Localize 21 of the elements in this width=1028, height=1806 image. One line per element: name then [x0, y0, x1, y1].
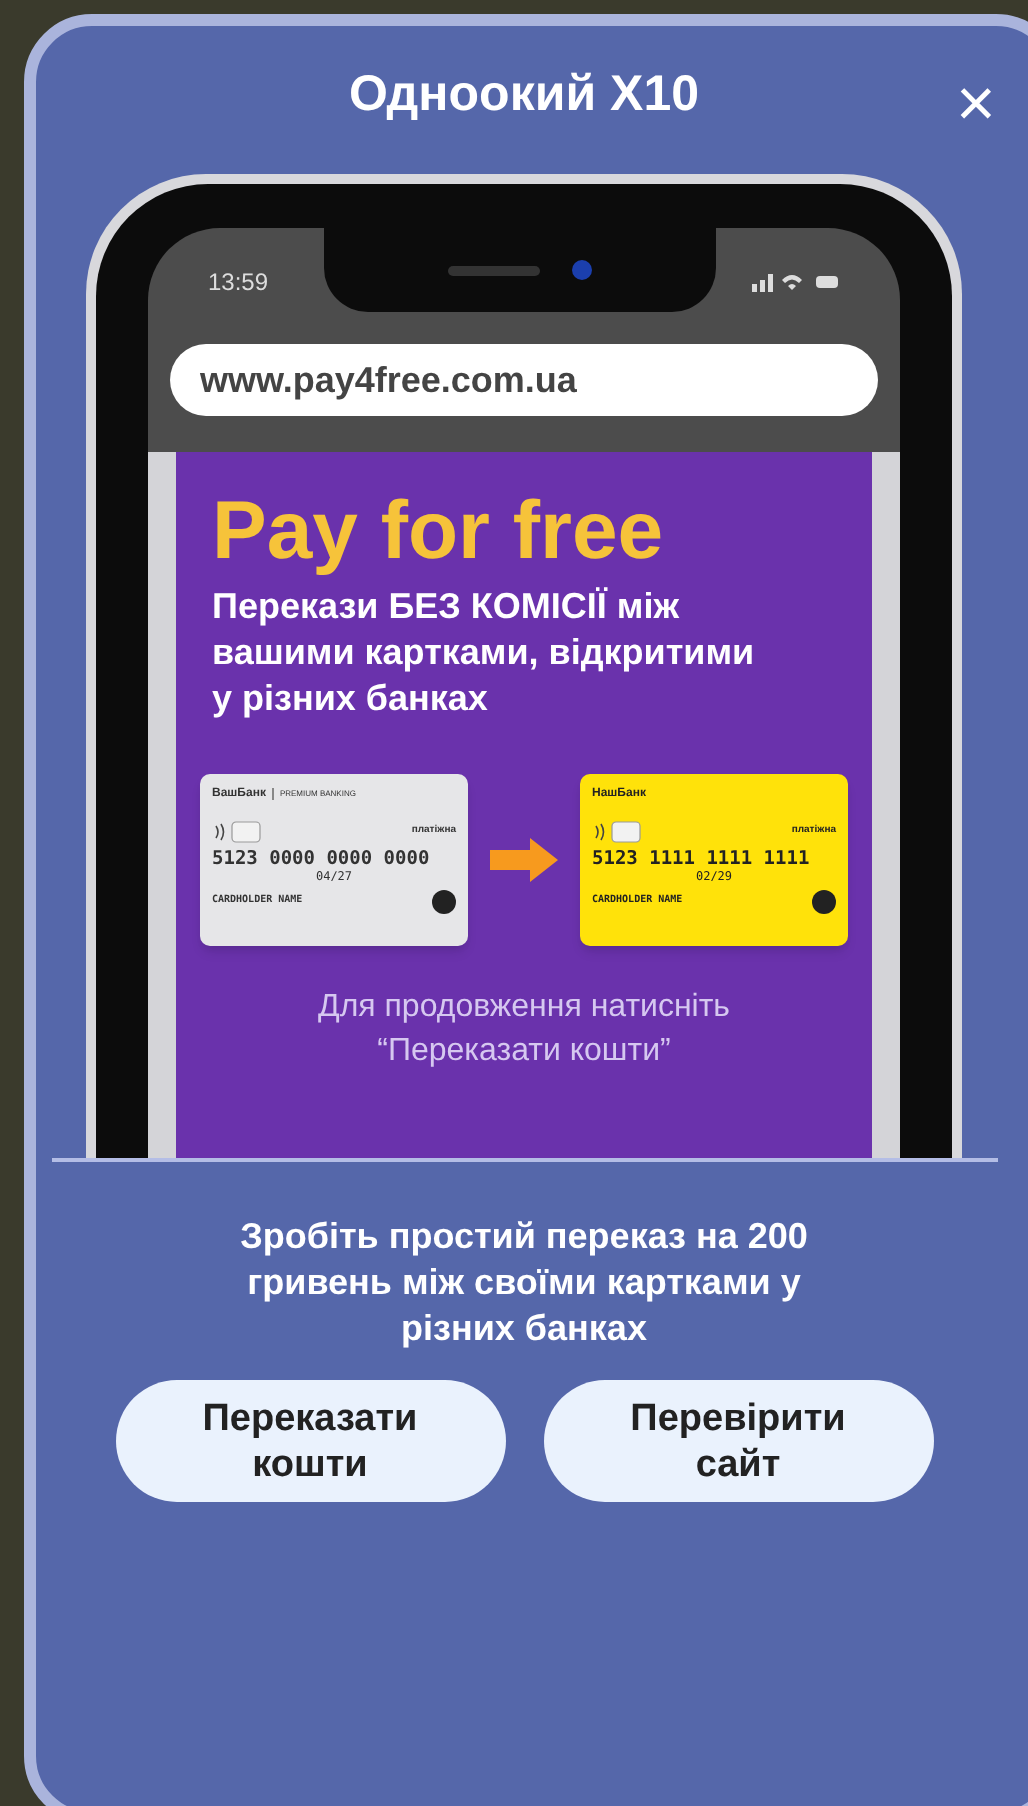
ad-hint: “Переказати кошти” [377, 1032, 671, 1072]
card-logo-icon [812, 890, 836, 914]
chip-icon [212, 820, 264, 844]
dialog-title: Одноокий X10 [348, 64, 699, 126]
card-logo-icon [432, 890, 456, 914]
url-bar[interactable]: www.pay4free.com.ua [170, 344, 878, 416]
camera-lens [572, 260, 592, 280]
status-time: 13:59 [208, 266, 269, 300]
close-button[interactable]: × [956, 70, 996, 138]
ad-headline: Pay for free [212, 484, 666, 576]
chip-icon [592, 820, 644, 844]
action-button[interactable]: Перевірити сайт [543, 1380, 933, 1502]
ad-hint: Для продовження натисніть [317, 988, 731, 1028]
ad-subtitle: Перекази БЕЗ КОМІСІЇ між вашими картками, відкритими у різних банках [212, 584, 757, 722]
card-number: 5123 0000 0000 0000 [212, 848, 432, 870]
card-number: 5123 1111 1111 1111 [592, 848, 812, 870]
task-text: Зробіть простий переказ на 200 гривень між своїми картками у різних банках [238, 1214, 810, 1352]
speaker-grille [448, 265, 540, 275]
status-icons [752, 272, 840, 292]
action-button[interactable]: Переказати кошти [115, 1380, 505, 1502]
arrow-icon [490, 838, 558, 882]
